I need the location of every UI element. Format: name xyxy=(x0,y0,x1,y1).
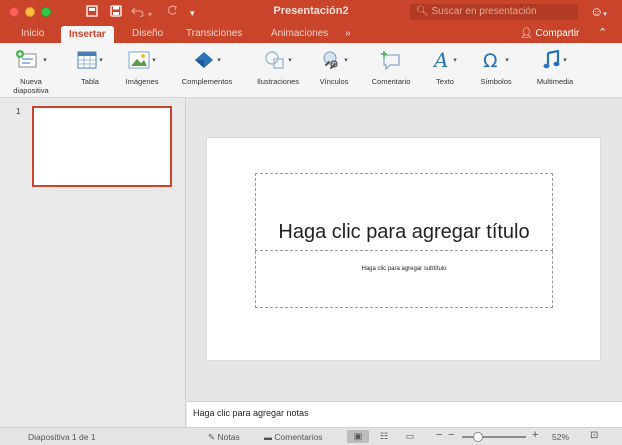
ribbon-tabs: Inicio Insertar Diseño Transiciones Anim… xyxy=(0,24,622,43)
links-label: Vínculos xyxy=(319,77,349,86)
tab-animaciones[interactable]: Animaciones xyxy=(271,27,328,40)
status-bar: Diapositiva 1 de 1 ✎ Notas ▬ Comentarios… xyxy=(0,427,622,445)
share-label: Compartir xyxy=(535,28,580,39)
comments-icon: ▬ xyxy=(264,433,272,442)
table-button[interactable]: ▾ Tabla xyxy=(70,47,110,86)
slide-canvas[interactable]: Haga clic para agregar título Haga clic … xyxy=(207,138,600,360)
media-label: Multimedia xyxy=(536,77,574,86)
symbols-icon: Ω ▾ xyxy=(483,50,509,70)
subtitle-placeholder[interactable]: Haga clic para agregar subtítulo xyxy=(255,251,553,308)
title-placeholder[interactable]: Haga clic para agregar título xyxy=(255,173,553,251)
addins-label: Complementos xyxy=(181,77,233,86)
comment-button[interactable]: Comentario xyxy=(365,47,417,86)
symbols-button[interactable]: Ω ▾ Símbolos xyxy=(475,47,517,86)
notes-toggle-label: Notas xyxy=(217,432,240,442)
tab-inicio[interactable]: Inicio xyxy=(21,27,44,40)
normal-view-button[interactable]: ▣ xyxy=(347,430,369,443)
zoom-slider[interactable] xyxy=(462,436,526,438)
tab-transiciones[interactable]: Transiciones xyxy=(186,27,242,40)
zoom-in-button[interactable]: + xyxy=(532,430,538,441)
pictures-button[interactable]: ▾ Imágenes xyxy=(120,47,164,86)
comments-toggle[interactable]: ▬ Comentarios xyxy=(264,432,323,443)
slide-thumbnail[interactable] xyxy=(32,106,172,187)
slide-counter: Diapositiva 1 de 1 xyxy=(28,432,96,442)
illustrations-button[interactable]: ▾ Ilustraciones xyxy=(251,47,305,86)
subtitle-placeholder-text: Haga clic para agregar subtítulo xyxy=(361,266,447,272)
illustrations-icon: ▾ xyxy=(251,47,305,73)
slide-thumbnail-pane: 1 xyxy=(0,98,186,427)
title-placeholder-text: Haga clic para agregar título xyxy=(278,221,530,243)
text-icon: A ▾ xyxy=(433,50,457,70)
links-button[interactable]: ▾ Vínculos xyxy=(314,47,354,86)
media-button[interactable]: ▾ Multimedia xyxy=(530,47,580,86)
zoom-out-secondary[interactable]: − xyxy=(448,430,454,441)
zoom-out-button[interactable]: − xyxy=(436,430,442,441)
addins-icon: ▾ xyxy=(174,47,240,73)
pictures-icon: ▾ xyxy=(120,47,164,73)
thumbnail-number: 1 xyxy=(16,107,21,116)
add-person-icon: 👤︎ xyxy=(520,28,533,39)
comment-icon xyxy=(365,47,417,73)
notes-toggle[interactable]: ✎ Notas xyxy=(208,432,240,442)
notes-pane[interactable]: Haga clic para agregar notas xyxy=(187,401,622,427)
symbols-label: Símbolos xyxy=(480,77,512,86)
new-slide-icon: ▾ xyxy=(10,47,52,73)
table-label: Tabla xyxy=(81,77,99,86)
zoom-slider-handle[interactable] xyxy=(473,432,483,442)
slide-editing-area: Haga clic para agregar título Haga clic … xyxy=(187,98,622,401)
collapse-ribbon-icon[interactable]: ⌃ xyxy=(598,26,607,39)
media-icon: ▾ xyxy=(530,47,580,73)
reading-view-icon: ▭ xyxy=(405,431,415,441)
notes-icon: ✎ xyxy=(208,432,216,442)
search-field[interactable]: 🔍︎ Suscar en presentación xyxy=(410,4,578,20)
illustrations-label: Ilustraciones xyxy=(256,77,300,86)
new-slide-label: Nueva diapositiva xyxy=(13,77,49,95)
table-icon: ▾ xyxy=(70,47,110,73)
search-icon: 🔍︎ xyxy=(416,6,429,17)
normal-view-icon: ▣ xyxy=(353,431,363,441)
addins-button[interactable]: ▾ Complementos xyxy=(174,47,240,86)
title-bar: ▾ ▾ Presentación2 🔍︎ Suscar en presentac… xyxy=(0,0,622,24)
tab-overflow[interactable]: » xyxy=(345,27,351,40)
zoom-level: 52% xyxy=(552,432,570,442)
search-placeholder: Suscar en presentación xyxy=(431,6,537,17)
comment-label: Comentario xyxy=(371,77,411,86)
svg-text:A: A xyxy=(433,50,448,70)
reading-view-button[interactable]: ▭ xyxy=(399,430,421,443)
notes-placeholder: Haga clic para agregar notas xyxy=(193,408,309,418)
tab-diseno[interactable]: Diseño xyxy=(132,27,163,40)
insert-ribbon: ▾ Nueva diapositiva ▾ Tabla ▾ Imágenes ▾… xyxy=(0,43,622,98)
slide-sorter-view-button[interactable]: ☷ xyxy=(373,430,395,443)
tab-insertar[interactable]: Insertar xyxy=(61,26,114,43)
share-button[interactable]: 👤︎ Compartir xyxy=(520,27,579,40)
text-label: Texto xyxy=(436,77,454,86)
text-button[interactable]: A ▾ Texto xyxy=(428,47,462,86)
links-icon: ▾ xyxy=(314,47,354,73)
svg-text:Ω: Ω xyxy=(483,50,498,70)
new-slide-button[interactable]: ▾ Nueva diapositiva xyxy=(10,47,52,95)
comments-toggle-label: Comentarios xyxy=(274,432,323,442)
pictures-label: Imágenes xyxy=(125,77,159,86)
slide-sorter-icon: ☷ xyxy=(379,431,389,441)
smiley-feedback-icon[interactable]: ☺▾ xyxy=(590,4,607,19)
fit-to-window-icon[interactable]: ⊡ xyxy=(590,431,598,441)
